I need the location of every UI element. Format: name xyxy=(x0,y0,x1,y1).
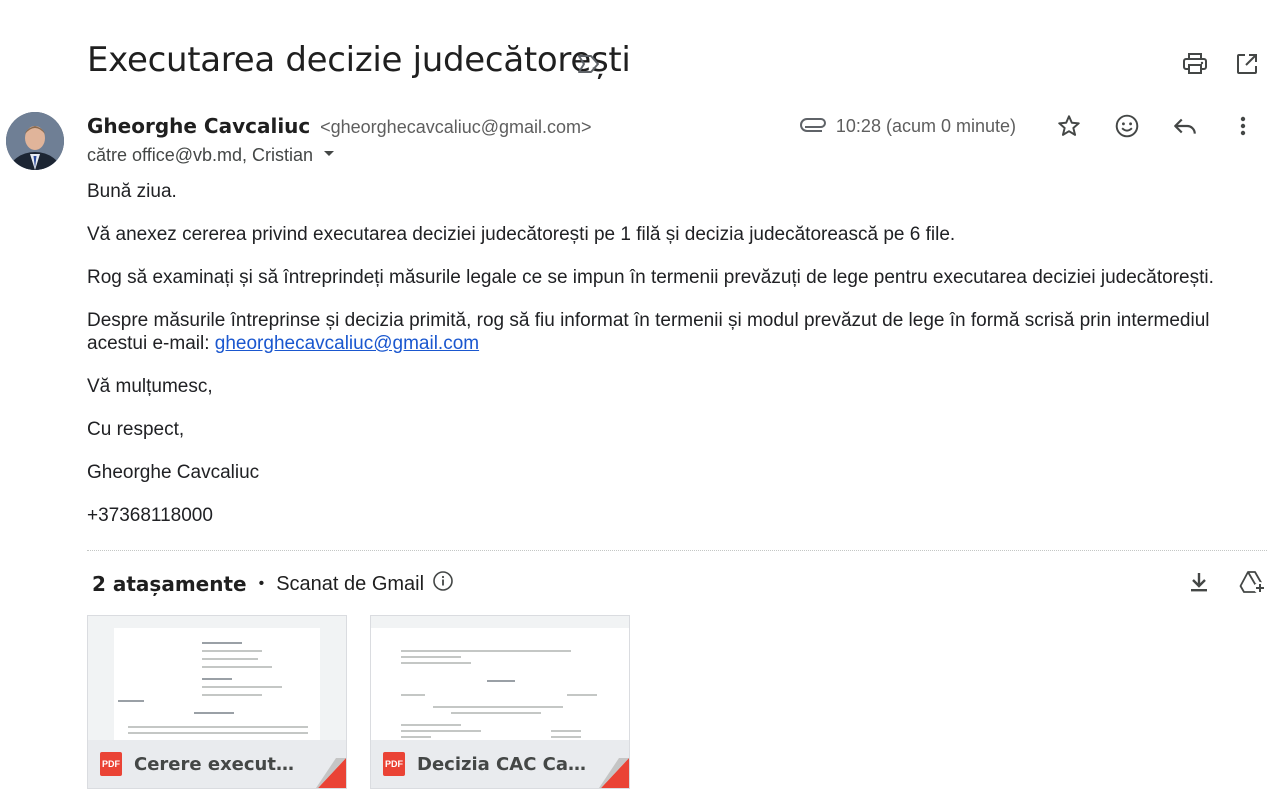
message-time: 10:28 (acum 0 minute) xyxy=(835,115,1016,136)
email-subject: Executarea decizie judecătorești xyxy=(87,40,631,80)
download-icon[interactable] xyxy=(1180,566,1218,598)
open-in-new-window-icon[interactable] xyxy=(1228,48,1266,80)
page-fold-icon xyxy=(316,758,346,788)
separator-dot: • xyxy=(258,575,265,592)
attachment-preview xyxy=(371,616,629,740)
more-vert-icon[interactable] xyxy=(1220,110,1266,142)
greeting: Bună ziua. xyxy=(87,181,177,202)
document-thumbnail xyxy=(114,628,320,740)
pdf-icon: PDF xyxy=(100,752,122,776)
attachments-count: 2 atașamente xyxy=(92,572,247,596)
attachments-divider xyxy=(87,550,1267,551)
email-body: Bună ziua. Vă anexez cererea privind exe… xyxy=(87,180,1272,547)
signature-name: Gheorghe Cavcaliuc xyxy=(87,462,260,483)
attachment-preview xyxy=(88,616,346,740)
chevron-down-icon[interactable] xyxy=(321,145,337,166)
paragraph-2: Rog să examinați și să întreprindeți măs… xyxy=(87,267,1214,288)
recipients-line[interactable]: către office@vb.md, Cristian xyxy=(87,145,337,166)
attachments-header: 2 atașamente • Scanat de Gmail xyxy=(92,570,454,598)
paperclip-icon xyxy=(799,114,828,139)
sender-name[interactable]: Gheorghe Cavcaliuc xyxy=(87,114,310,138)
attachment-name: Decizia CAC Cavc... xyxy=(417,753,587,775)
attachment-card-cerere[interactable]: PDF Cerere executare ... xyxy=(87,615,347,789)
attachment-card-decizia[interactable]: PDF Decizia CAC Cavc... xyxy=(370,615,630,789)
paragraph-3: Despre măsurile întreprinse și decizia p… xyxy=(87,309,1272,355)
attachment-name: Cerere executare ... xyxy=(134,753,304,775)
top-actions xyxy=(1176,48,1266,80)
reply-icon[interactable] xyxy=(1162,110,1208,142)
star-icon[interactable] xyxy=(1046,110,1092,142)
sender-email: <gheorghecavcaliuc@gmail.com> xyxy=(320,117,592,137)
label-icon[interactable] xyxy=(576,52,602,76)
printer-icon[interactable] xyxy=(1176,48,1214,80)
paragraph-1: Vă anexez cererea privind executarea dec… xyxy=(87,224,956,245)
recipients-text: către office@vb.md, Cristian xyxy=(87,145,314,165)
emoji-icon[interactable] xyxy=(1104,110,1150,142)
thanks-line: Vă mulțumesc, xyxy=(87,376,213,397)
add-to-drive-icon[interactable] xyxy=(1234,566,1272,598)
pdf-icon: PDF xyxy=(383,752,405,776)
page-fold-icon xyxy=(599,758,629,788)
phone-number: +37368118000 xyxy=(87,505,213,526)
attachments-actions xyxy=(1180,566,1272,598)
email-link[interactable]: gheorghecavcaliuc@gmail.com xyxy=(215,333,479,354)
sender-avatar[interactable] xyxy=(6,112,64,170)
info-icon[interactable] xyxy=(432,570,454,598)
document-thumbnail xyxy=(371,628,629,740)
message-meta: 10:28 (acum 0 minute) xyxy=(799,110,1266,142)
regards-line: Cu respect, xyxy=(87,419,185,440)
sender-line: Gheorghe Cavcaliuc <gheorghecavcaliuc@gm… xyxy=(87,114,592,139)
scanned-by-gmail: Scanat de Gmail xyxy=(276,572,425,595)
